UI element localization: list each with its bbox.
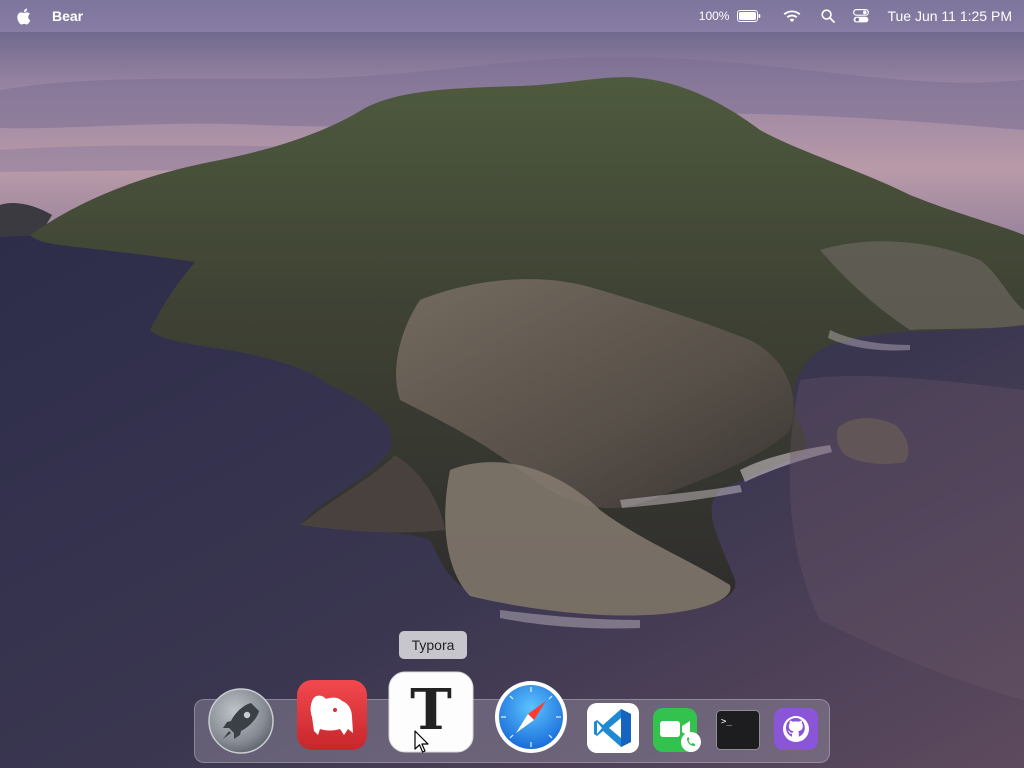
svg-text:>_: >_: [721, 717, 732, 727]
bear-icon[interactable]: [296, 679, 368, 751]
terminal-icon[interactable]: >_: [716, 710, 760, 750]
desktop-wallpaper: [0, 0, 1024, 768]
typora-icon[interactable]: T: [388, 671, 474, 753]
safari-icon[interactable]: [494, 680, 568, 754]
github-icon[interactable]: [774, 708, 818, 750]
battery-percent[interactable]: 100%: [699, 0, 730, 32]
vscode-icon[interactable]: [587, 703, 639, 753]
facetime-icon[interactable]: [652, 707, 704, 753]
active-app-name[interactable]: Bear: [52, 8, 83, 24]
menu-bar-clock[interactable]: Tue Jun 11 1:25 PM: [887, 0, 1012, 32]
status-menus: 100% Tue Jun 11 1:25 PM: [699, 0, 1012, 32]
control-center-icon[interactable]: [853, 0, 870, 32]
menu-bar: Bear 100% Tue Jun 11 1:25 PM: [0, 0, 1024, 32]
wifi-icon[interactable]: [783, 0, 801, 32]
battery-icon[interactable]: [737, 0, 761, 32]
launchpad-icon[interactable]: [207, 687, 275, 755]
desktop: Bear 100% Tue Jun 11 1:25 PM Typora T >_: [0, 0, 1024, 768]
dock-tooltip: Typora: [399, 631, 467, 659]
spotlight-search-icon[interactable]: [821, 0, 836, 32]
mouse-cursor: [414, 730, 429, 753]
apple-icon[interactable]: [14, 7, 32, 25]
